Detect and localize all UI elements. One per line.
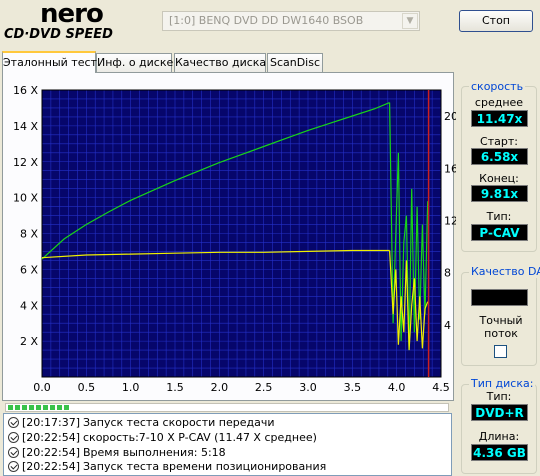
log-time: [20:22:54] — [22, 446, 80, 459]
y-right-tick-label: 8 — [444, 267, 451, 280]
disc-type-value: DVD+R — [471, 404, 528, 421]
accurate-stream-checkbox[interactable] — [494, 345, 507, 358]
drive-select-value: [1:0] BENQ DVD DD DW1640 BSOB — [169, 14, 364, 27]
logo-cdspeed-text: CD·DVD SPEED — [4, 27, 113, 42]
average-speed-value: 11.47x — [471, 110, 528, 127]
start-label: Старт: — [480, 135, 518, 148]
y-left-tick-label: 16 X — [13, 84, 38, 97]
disc-type-label: Тип: — [486, 390, 512, 403]
x-tick-label: 3.0 — [299, 381, 317, 394]
speed-type-value: P-CAV — [471, 224, 528, 241]
disc-length-label: Длина: — [478, 430, 520, 443]
log-time: [20:17:37] — [22, 416, 80, 429]
disc-length-value: 4.36 GB — [471, 444, 528, 461]
y-left-tick-label: 12 X — [13, 156, 38, 169]
speed-type-label: Тип: — [486, 210, 512, 223]
y-left-tick-label: 10 X — [13, 192, 38, 205]
tab-scandisc[interactable]: ScanDisc — [267, 53, 323, 72]
nero-logo: nero CD·DVD SPEED — [4, 0, 154, 43]
y-left-tick-label: 8 X — [20, 228, 38, 241]
progress-segment — [50, 405, 55, 410]
x-tick-label: 2.5 — [255, 381, 273, 394]
log-message: Запуск теста времени позиционирования — [83, 460, 327, 473]
log-message: Запуск теста скорости передачи — [83, 416, 275, 429]
log-message: скорость:7-10 X P-CAV (11.47 X среднее) — [83, 431, 317, 444]
stop-button[interactable]: Стоп — [459, 10, 533, 32]
y-left-tick-label: 14 X — [13, 120, 38, 133]
tab-disc-quality[interactable]: Качество диска — [174, 53, 266, 72]
drive-select[interactable]: [1:0] BENQ DVD DD DW1640 BSOB ▼ — [162, 11, 420, 31]
y-right-tick-label: 20 — [444, 110, 456, 123]
tab-disc-info[interactable]: Инф. о диске — [96, 53, 173, 72]
progress-segment — [29, 405, 34, 410]
progress-segment — [64, 405, 69, 410]
dae-value — [471, 289, 528, 306]
y-left-tick-label: 6 X — [20, 263, 38, 276]
y-right-tick-label: 12 — [444, 214, 456, 227]
speed-group-title: скорость — [469, 80, 526, 93]
y-right-tick-label: 4 — [444, 319, 451, 332]
info-icon — [8, 461, 19, 472]
x-tick-label: 2.0 — [211, 381, 229, 394]
info-icon — [8, 447, 19, 458]
info-icon — [8, 417, 19, 428]
x-tick-label: 0.5 — [78, 381, 96, 394]
speed-chart: 0.0 0.5 1.0 1.5 2.0 2.5 3.0 3.5 4.0 4.5 2 X 4 X 6 X 8… — [13, 84, 456, 394]
average-label: среднее — [474, 96, 524, 109]
log-time: [20:22:54] — [22, 460, 80, 473]
accurate-stream-label: Точный поток — [479, 314, 523, 340]
log-list[interactable]: [20:17:37] Запуск теста скорости передач… — [3, 413, 452, 476]
x-tick-label: 3.5 — [344, 381, 362, 394]
x-tick-label: 4.0 — [388, 381, 406, 394]
x-tick-label: 0.0 — [33, 381, 51, 394]
end-speed-value: 9.81x — [471, 185, 528, 202]
y-left-tick-label: 4 X — [20, 299, 38, 312]
x-tick-label: 1.5 — [166, 381, 184, 394]
progress-segment — [15, 405, 20, 410]
progress-segment — [57, 405, 62, 410]
log-message: Время выполнения: 5:18 — [83, 446, 226, 459]
x-tick-label: 4.5 — [432, 381, 450, 394]
logo-nero-text: nero — [40, 0, 104, 29]
x-tick-label: 1.0 — [122, 381, 140, 394]
dae-group-title: Качество DAE — [469, 265, 540, 278]
progress-segment — [43, 405, 48, 410]
info-icon — [8, 432, 19, 443]
log-time: [20:22:54] — [22, 431, 80, 444]
y-left-tick-label: 2 X — [20, 335, 38, 348]
progress-bar — [5, 403, 449, 412]
disc-type-group-title: Тип диска: — [469, 377, 536, 390]
end-label: Конец: — [479, 172, 519, 185]
tab-reference-test[interactable]: Эталонный тест — [2, 51, 97, 73]
progress-segment — [8, 405, 13, 410]
chevron-down-icon[interactable]: ▼ — [402, 13, 418, 29]
progress-segment — [36, 405, 41, 410]
progress-segment — [22, 405, 27, 410]
start-speed-value: 6.58x — [471, 148, 528, 165]
y-right-tick-label: 16 — [444, 162, 456, 175]
